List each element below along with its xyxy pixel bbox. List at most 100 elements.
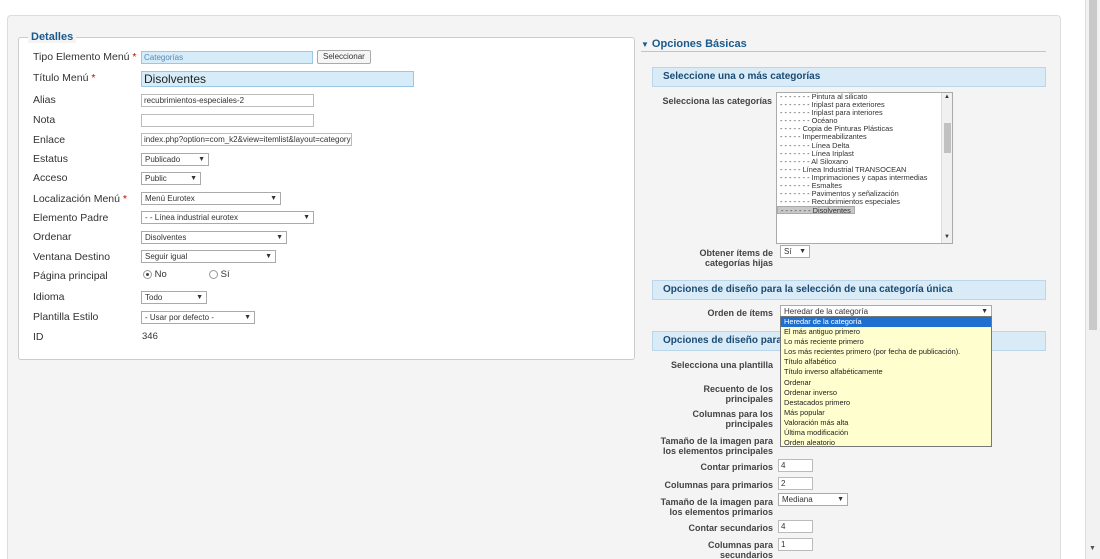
acceso-value: Public	[145, 174, 167, 183]
category-option[interactable]: - - - - - - - Recubrimientos especiales	[777, 198, 952, 206]
label-padre: Elemento Padre	[33, 212, 109, 224]
orden-option[interactable]: Título inverso alfabéticamente	[781, 367, 991, 377]
tipo-field: Categorías	[141, 51, 313, 64]
page-scrollbar-thumb[interactable]	[1089, 0, 1097, 330]
scroll-up-icon[interactable]: ▲	[944, 94, 950, 100]
orden-dropdown-list[interactable]: Heredar de la categoría El más antiguo pr…	[780, 316, 992, 447]
category-option[interactable]: - - - - - - - Iriplast para exteriores	[777, 101, 952, 109]
label-id: ID	[33, 331, 44, 343]
category-option[interactable]: - - - - - Impermeabilizantes	[777, 133, 952, 141]
radio-unselected-icon	[209, 269, 218, 279]
titulo-input[interactable]: Disolventes	[141, 71, 414, 87]
orden-option[interactable]: Valoración más alta	[781, 418, 991, 428]
estatus-value: Publicado	[145, 155, 181, 164]
acceso-select[interactable]: Public ▼	[141, 172, 201, 185]
orden-option[interactable]: Destacados primero	[781, 398, 991, 408]
plantilla-select[interactable]: - Usar por defecto - ▼	[141, 311, 255, 324]
enlace-input[interactable]: index.php?option=com_k2&view=itemlist&la…	[141, 133, 352, 146]
contar-primarios-input[interactable]: 4	[778, 459, 813, 472]
scroll-down-icon[interactable]: ▼	[944, 234, 950, 240]
category-option[interactable]: - - - - - - - Iriplast para interiores	[777, 109, 952, 117]
label-acceso: Acceso	[33, 172, 68, 184]
required-mark: *	[91, 72, 96, 84]
id-value: 346	[142, 331, 158, 342]
ventana-select[interactable]: Seguir igual ▼	[141, 250, 276, 263]
label-orden: Orden de ítems	[707, 308, 773, 318]
orden-option[interactable]: Lo más reciente primero	[781, 337, 991, 347]
orden-option[interactable]: Última modificación	[781, 428, 991, 438]
orden-option[interactable]: El más antiguo primero	[781, 327, 991, 337]
idioma-value: Todo	[145, 293, 163, 302]
label-principal: Página principal	[33, 270, 108, 282]
nota-input[interactable]	[141, 114, 314, 127]
category-option[interactable]: - - - - - Línea Industrial TRANSOCEAN	[777, 166, 952, 174]
idioma-select[interactable]: Todo ▼	[141, 291, 207, 304]
orden-option[interactable]: Heredar de la categoría	[781, 317, 991, 328]
section-categorias: Seleccione una o más categorías	[652, 67, 1046, 87]
opciones-basicas-header[interactable]: ▼ Opciones Básicas	[641, 37, 1046, 52]
orden-option[interactable]: Orden aleatorio	[781, 438, 991, 448]
required-mark: *	[122, 193, 127, 205]
category-option[interactable]: - - - - - - - Disolventes	[777, 206, 855, 215]
label-ventana: Ventana Destino	[33, 251, 111, 263]
dropdown-arrow-icon: ▼	[244, 314, 251, 321]
hijas-value: Sí	[784, 247, 792, 256]
dropdown-arrow-icon: ▼	[303, 214, 310, 221]
label-columnas-primarios: Columnas para primarios	[664, 480, 773, 490]
localizacion-select[interactable]: Menú Eurotex ▼	[141, 192, 281, 205]
categories-multiselect[interactable]: - - - - - - - Pintura al silicato - - - -…	[776, 92, 953, 244]
category-option[interactable]: - - - - - - - Línea Delta	[777, 142, 952, 150]
category-option[interactable]: - - - - - - - Imprimaciones y capas inte…	[777, 174, 952, 182]
padre-select[interactable]: - - Línea industrial eurotex ▼	[141, 211, 314, 224]
ordenar-value: Disolventes	[145, 233, 187, 242]
category-option[interactable]: - - - - - - - Pavimentos y señalización	[777, 190, 952, 198]
orden-option[interactable]: Ordenar inverso	[781, 388, 991, 398]
category-option[interactable]: - - - - - Copia de Pinturas Plásticas	[777, 125, 952, 133]
hijas-select[interactable]: Sí ▼	[780, 245, 810, 258]
alias-input[interactable]: recubrimientos-especiales-2	[141, 94, 314, 107]
category-option[interactable]: - - - - - - - Pintura al silicato	[777, 93, 952, 101]
label-titulo: Título Menú	[33, 72, 89, 84]
detalles-legend: Detalles	[28, 31, 77, 43]
label-categorias: Selecciona las categorías	[662, 96, 772, 106]
label-tam-principales: Tamaño de la imagen para los elementos p…	[660, 436, 773, 456]
list-scrollbar-thumb[interactable]	[944, 123, 951, 153]
label-contar-primarios: Contar primarios	[700, 462, 773, 472]
category-option[interactable]: - - - - - - - Esmaltes	[777, 182, 952, 190]
orden-option[interactable]: Los más recientes primero (por fecha de …	[781, 347, 991, 357]
contar-secundarios-input[interactable]: 4	[778, 520, 813, 533]
label-plantilla: Plantilla Estilo	[33, 311, 99, 323]
radio-si-option[interactable]: Sí	[209, 269, 230, 280]
category-option[interactable]: - - - - - - - Océano	[777, 117, 952, 125]
ordenar-select[interactable]: Disolventes ▼	[141, 231, 287, 244]
orden-option[interactable]: Ordenar	[781, 378, 991, 388]
tam-primarios-select[interactable]: Mediana ▼	[778, 493, 848, 506]
label-columnas-principales: Columnas para los principales	[692, 409, 773, 429]
label-hijas: Obtener ítems de categorías hijas	[699, 248, 773, 268]
columnas-secundarios-input[interactable]: 1	[778, 538, 813, 551]
columnas-primarios-input[interactable]: 2	[778, 477, 813, 490]
dropdown-arrow-icon: ▼	[276, 234, 283, 241]
radio-si-label: Sí	[220, 269, 230, 280]
category-list: - - - - - - - Pintura al silicato - - - -…	[777, 93, 952, 215]
label-recuento: Recuento de los principales	[703, 384, 773, 404]
page-scrollbar[interactable]: ▼	[1085, 0, 1100, 559]
estatus-select[interactable]: Publicado ▼	[141, 153, 209, 166]
seleccionar-button[interactable]: Seleccionar	[317, 50, 371, 64]
orden-option[interactable]: Título alfabético	[781, 357, 991, 367]
plantilla-value: - Usar por defecto -	[145, 313, 214, 322]
triangle-down-icon: ▼	[641, 40, 649, 49]
category-option[interactable]: - - - - - - - Al Siloxano	[777, 158, 952, 166]
radio-no-option[interactable]: No	[143, 269, 167, 280]
scroll-down-icon[interactable]: ▼	[1089, 545, 1096, 552]
label-plantilla-k2: Selecciona una plantilla	[670, 360, 773, 370]
orden-option[interactable]: Más popular	[781, 408, 991, 418]
required-mark: *	[132, 51, 137, 63]
label-alias: Alias	[33, 94, 56, 106]
category-option[interactable]: - - - - - - - Línea Iriplast	[777, 150, 952, 158]
label-nota: Nota	[33, 114, 56, 126]
section-unica: Opciones de diseño para la selección de …	[652, 280, 1046, 300]
label-idioma: Idioma	[33, 291, 65, 303]
label-tam-primarios: Tamaño de la imagen para los elementos p…	[660, 497, 773, 517]
list-scrollbar[interactable]: ▲ ▼	[941, 93, 952, 243]
